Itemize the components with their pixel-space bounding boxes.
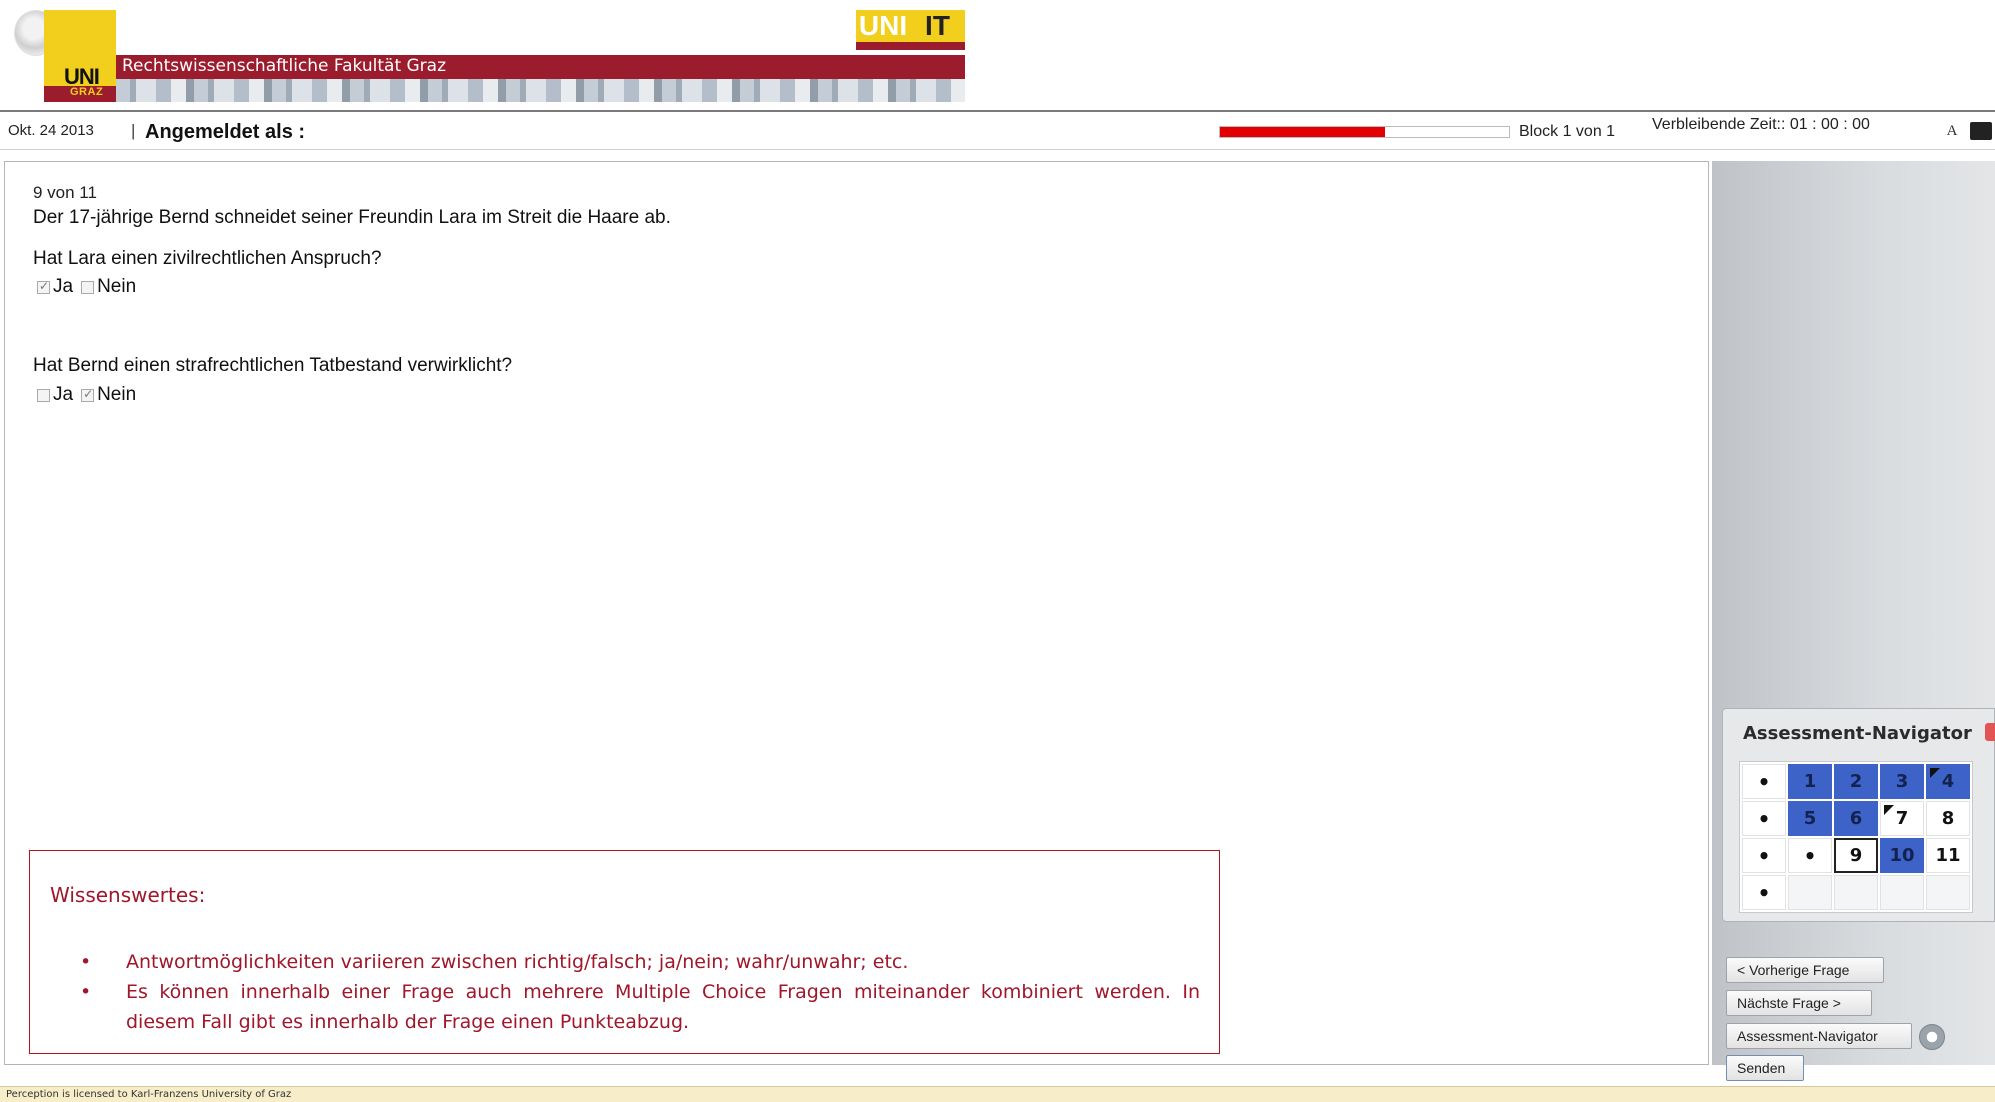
header-banner: UNI GRAZ Rechtswissenschaftliche Fakultä… bbox=[0, 0, 1995, 108]
navigator-cell[interactable]: 9 bbox=[1834, 838, 1878, 873]
subquestion-2-options: Ja Nein bbox=[37, 384, 144, 406]
status-separator: | bbox=[131, 121, 136, 140]
graz-logo: GRAZ bbox=[70, 86, 104, 98]
status-bar: Okt. 24 2013 | Angemeldet als : Block 1 … bbox=[0, 110, 1995, 150]
navigator-grid: • 1 2 3 4 • 5 6 7 8 • • 9 10 11 • bbox=[1739, 761, 1973, 913]
info-bullet: Antwortmöglichkeiten variieren zwischen … bbox=[80, 947, 1200, 977]
side-panel bbox=[1712, 161, 1995, 1065]
unit-logo-it: IT bbox=[910, 10, 965, 42]
subquestion-2-nein-label[interactable]: Nein bbox=[97, 384, 136, 406]
subquestion-1-ja-label[interactable]: Ja bbox=[53, 276, 73, 298]
subquestion-1-text: Hat Lara einen zivilrechtlichen Anspruch… bbox=[33, 248, 382, 269]
progress-bar bbox=[1219, 126, 1510, 138]
license-footer: Perception is licensed to Karl-Franzens … bbox=[0, 1086, 1995, 1102]
subquestion-2-ja-checkbox[interactable] bbox=[37, 388, 50, 402]
next-question-button[interactable]: Nächste Frage > bbox=[1726, 990, 1872, 1016]
subquestion-2-nein-checkbox[interactable] bbox=[81, 387, 95, 402]
navigator-cell bbox=[1788, 875, 1832, 910]
info-box: Wissenswertes: Antwortmöglichkeiten vari… bbox=[29, 850, 1220, 1054]
navigator-cell bbox=[1926, 875, 1970, 910]
navigator-title: Assessment-Navigator bbox=[1743, 723, 1972, 744]
navigator-cell[interactable]: 10 bbox=[1880, 838, 1924, 873]
remaining-time: Verbleibende Zeit:: 01 : 00 : 00 bbox=[1652, 116, 1870, 133]
question-counter: 9 von 11 bbox=[33, 183, 97, 202]
info-title: Wissenswertes: bbox=[50, 883, 206, 907]
logged-in-label: Angemeldet als : bbox=[145, 121, 306, 143]
subquestion-1-nein-checkbox[interactable] bbox=[81, 280, 95, 294]
block-label: Block 1 von 1 bbox=[1519, 123, 1616, 140]
navigator-cell[interactable]: 11 bbox=[1926, 838, 1970, 873]
navigator-cell[interactable]: • bbox=[1742, 838, 1786, 873]
assessment-navigator-panel: Assessment-Navigator • 1 2 3 4 • 5 6 7 8 • • 9 10 11 • bbox=[1722, 708, 1995, 922]
navigator-cell[interactable]: 5 bbox=[1788, 801, 1832, 836]
navigator-cell bbox=[1834, 875, 1878, 910]
navigator-cell[interactable]: 8 bbox=[1926, 801, 1970, 836]
navigator-cell[interactable]: 1 bbox=[1788, 764, 1832, 799]
send-button[interactable]: Senden bbox=[1726, 1055, 1804, 1081]
print-icon[interactable] bbox=[1970, 122, 1992, 140]
navigator-cell[interactable]: • bbox=[1742, 875, 1786, 910]
navigator-cell bbox=[1880, 875, 1924, 910]
progress-bar-fill bbox=[1220, 127, 1385, 137]
navigator-cell[interactable]: • bbox=[1742, 764, 1786, 799]
info-bullet: Es können innerhalb einer Frage auch meh… bbox=[80, 977, 1200, 1037]
navigator-close-icon[interactable] bbox=[1985, 723, 1995, 741]
subquestion-1-nein-label[interactable]: Nein bbox=[97, 276, 136, 298]
navigator-cell[interactable]: 4 bbox=[1926, 764, 1970, 799]
navigator-cell[interactable]: 3 bbox=[1880, 764, 1924, 799]
font-size-button[interactable]: A bbox=[1940, 120, 1964, 142]
navigator-help-icon[interactable] bbox=[1919, 1024, 1945, 1050]
previous-question-button[interactable]: < Vorherige Frage bbox=[1726, 957, 1884, 983]
unit-logo: UNI IT bbox=[856, 10, 965, 50]
question-panel: 9 von 11 Der 17-jährige Bernd schneidet … bbox=[4, 161, 1709, 1065]
subquestion-1-ja-checkbox[interactable] bbox=[37, 279, 50, 294]
question-text: Der 17-jährige Bernd schneidet seiner Fr… bbox=[33, 207, 671, 228]
subquestion-1-options: Ja Nein bbox=[37, 276, 144, 298]
assessment-navigator-button[interactable]: Assessment-Navigator bbox=[1726, 1023, 1912, 1049]
unit-logo-uni: UNI bbox=[856, 10, 910, 42]
navigator-cell[interactable]: • bbox=[1742, 801, 1786, 836]
navigator-cell[interactable]: 7 bbox=[1880, 801, 1924, 836]
subquestion-2-text: Hat Bernd einen strafrechtlichen Tatbest… bbox=[33, 355, 513, 376]
navigator-cell[interactable]: 6 bbox=[1834, 801, 1878, 836]
faculty-title: Rechtswissenschaftliche Fakultät Graz bbox=[122, 56, 447, 76]
status-date: Okt. 24 2013 bbox=[8, 122, 94, 139]
navigator-cell[interactable]: 2 bbox=[1834, 764, 1878, 799]
license-text: Perception is licensed to Karl-Franzens … bbox=[6, 1089, 292, 1100]
navigator-cell[interactable]: • bbox=[1788, 838, 1832, 873]
subquestion-2-ja-label[interactable]: Ja bbox=[53, 384, 73, 406]
campus-photo-strip bbox=[116, 79, 965, 102]
info-list: Antwortmöglichkeiten variieren zwischen … bbox=[80, 947, 1200, 1037]
unit-logo-subline bbox=[856, 42, 965, 50]
